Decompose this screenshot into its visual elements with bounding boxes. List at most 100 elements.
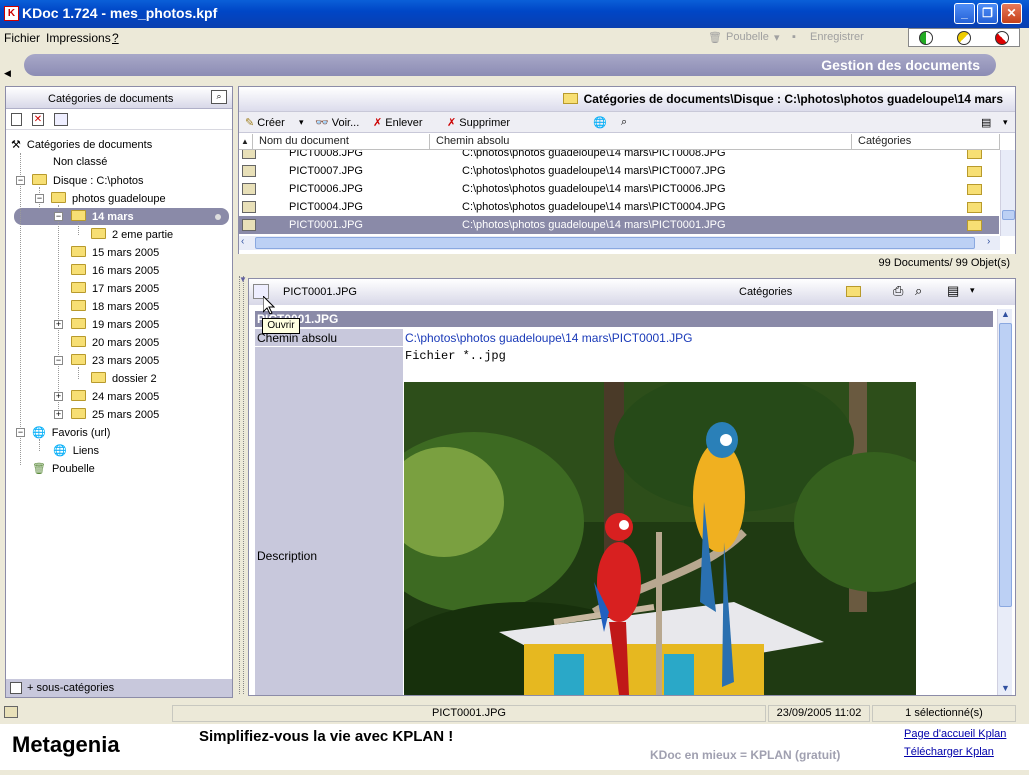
print-preview-icon[interactable]: ⌕ (915, 283, 922, 299)
create-button[interactable]: ✎ Créer (245, 116, 285, 129)
kplan-download-link[interactable]: Télécharger Kplan (904, 746, 994, 758)
expand-icon[interactable]: + (54, 320, 63, 329)
categories-panel: Catégories de documents ⌕ ✕ ⚒ Catégories … (5, 86, 233, 698)
close-button[interactable]: ✕ (1001, 3, 1022, 24)
subcategories-checkbox[interactable] (10, 682, 22, 694)
collapse-icon[interactable]: − (16, 176, 25, 185)
tree-item-23-mars[interactable]: 23 mars 2005 (71, 354, 159, 367)
scroll-left-icon[interactable]: ‹ (241, 236, 244, 247)
tree-item-14-mars[interactable]: 14 mars (71, 210, 134, 223)
tree-item-2-eme-partie[interactable]: 2 eme partie (91, 228, 173, 241)
detail-filename: PICT0001.JPG (283, 286, 357, 298)
footer: Metagenia Simplifiez-vous la vie avec KP… (0, 724, 1029, 770)
collapse-icon[interactable]: − (16, 428, 25, 437)
popup-icon[interactable]: ⌕ (211, 90, 227, 104)
view-green-icon[interactable] (919, 31, 933, 45)
table-row[interactable]: PICT0006.JPG C:\photos\photos guadeloupe\… (239, 180, 999, 198)
export-icon[interactable]: ▤ (981, 116, 991, 129)
column-categories[interactable]: Catégories (852, 134, 1000, 150)
tree-item-25-mars[interactable]: 25 mars 2005 (71, 408, 159, 421)
save-button[interactable]: Enregistrer (810, 31, 864, 43)
properties-icon[interactable] (54, 113, 68, 126)
minimize-button[interactable]: _ (954, 3, 975, 24)
brand-logo: Metagenia (12, 732, 120, 757)
trash-button[interactable]: Poubelle (726, 31, 769, 43)
scroll-down-icon[interactable]: ▼ (1001, 683, 1010, 693)
tree-item-favoris[interactable]: 🌐 Favoris (url) (32, 426, 110, 439)
tree-root[interactable]: ⚒ Catégories de documents (11, 138, 152, 151)
tree-item-non-classe[interactable]: Non classé (53, 156, 107, 168)
scrollbar-thumb[interactable] (1002, 210, 1015, 220)
chevron-down-icon[interactable]: ▾ (774, 31, 780, 44)
binoculars-icon[interactable]: ⌕ (621, 116, 627, 129)
create-dropdown-icon[interactable]: ▾ (299, 117, 304, 128)
export-dropdown-icon[interactable]: ▾ (1003, 117, 1008, 128)
delete-button[interactable]: ✗ Supprimer (447, 116, 510, 129)
tree-item-15-mars[interactable]: 15 mars 2005 (71, 246, 159, 259)
sort-indicator-icon[interactable]: ▲ (239, 134, 253, 150)
tree-item-18-mars[interactable]: 18 mars 2005 (71, 300, 159, 313)
detail-title: PICT0001.JPG (255, 311, 993, 327)
tree-item-17-mars[interactable]: 17 mars 2005 (71, 282, 159, 295)
description-text: Fichier *..jpg (405, 349, 506, 363)
folder-icon (71, 318, 86, 329)
folder-icon (71, 336, 86, 347)
splitter-arrow-icon[interactable]: ▼ (239, 275, 247, 284)
row-path: C:\photos\photos guadeloupe\14 mars\PICT… (462, 219, 726, 231)
export-dropdown-icon[interactable]: ▾ (970, 285, 975, 296)
scrollbar-thumb[interactable] (999, 323, 1012, 607)
documents-count: 99 Documents/ 99 Objet(s) (878, 257, 1010, 269)
list-horizontal-scrollbar[interactable]: ‹ › (239, 236, 1000, 250)
tree-item-dossier-2[interactable]: dossier 2 (91, 372, 157, 385)
kplan-homepage-link[interactable]: Page d'accueil Kplan (904, 728, 1006, 740)
collapse-left-icon[interactable]: ◀ (4, 68, 11, 79)
tree-item-20-mars[interactable]: 20 mars 2005 (71, 336, 159, 349)
tree-item-24-mars[interactable]: 24 mars 2005 (71, 390, 159, 403)
tree-item-16-mars[interactable]: 16 mars 2005 (71, 264, 159, 277)
scrollbar-thumb[interactable] (255, 237, 975, 249)
delete-category-icon[interactable]: ✕ (32, 113, 44, 126)
menu-fichier[interactable]: Fichier (4, 31, 40, 45)
delete-label: Supprimer (459, 117, 511, 129)
new-category-icon[interactable] (11, 113, 22, 126)
open-tooltip: Ouvrir (262, 318, 300, 334)
window-title: KDoc 1.724 - mes_photos.kpf (22, 5, 218, 21)
selection-dot-icon (215, 214, 221, 220)
table-row[interactable]: PICT0008.JPG C:\photos\photos guadeloupe\… (239, 150, 999, 162)
table-row[interactable]: PICT0004.JPG C:\photos\photos guadeloupe\… (239, 198, 999, 216)
column-name[interactable]: Nom du document (253, 134, 430, 150)
table-row[interactable]: PICT0007.JPG C:\photos\photos guadeloupe\… (239, 162, 999, 180)
column-path[interactable]: Chemin absolu (430, 134, 852, 150)
web-icon[interactable]: 🌐 (593, 116, 607, 129)
export-icon[interactable]: ▤ (947, 283, 959, 299)
tree-item-disque[interactable]: Disque : C:\photos (32, 174, 144, 187)
remove-button[interactable]: ✗ Enlever (373, 116, 423, 129)
detail-vertical-scrollbar[interactable]: ▲ ▼ (997, 309, 1012, 695)
maximize-button[interactable]: ❐ (977, 3, 998, 24)
menu-help[interactable]: ? (112, 31, 119, 45)
view-red-icon[interactable] (995, 31, 1009, 45)
collapse-icon[interactable]: − (35, 194, 44, 203)
vertical-splitter[interactable] (239, 276, 244, 694)
tree-item-photos-guadeloupe[interactable]: photos guadeloupe (51, 192, 166, 205)
menu-impressions[interactable]: Impressions (46, 31, 111, 45)
create-label: Créer (257, 117, 285, 129)
row-name: PICT0008.JPG (289, 150, 363, 159)
scroll-right-icon[interactable]: › (987, 236, 990, 247)
banner: Gestion des documents (24, 54, 996, 76)
collapse-icon[interactable]: − (54, 212, 63, 221)
view-yellow-icon[interactable] (957, 31, 971, 45)
table-row-selected[interactable]: PICT0001.JPG C:\photos\photos guadeloupe\… (239, 216, 999, 234)
print-icon[interactable]: ⎙ (893, 283, 903, 299)
expand-icon[interactable]: + (54, 410, 63, 419)
collapse-icon[interactable]: − (54, 356, 63, 365)
tree-item-19-mars[interactable]: 19 mars 2005 (71, 318, 159, 331)
expand-icon[interactable]: + (54, 392, 63, 401)
tree-item-poubelle[interactable]: 🗑 Poubelle (32, 462, 95, 475)
view-button[interactable]: 👓 Voir... (315, 116, 359, 129)
path-value[interactable]: C:\photos\photos guadeloupe\14 mars\PICT… (405, 331, 693, 345)
list-vertical-scrollbar[interactable] (1000, 150, 1015, 236)
folder-icon[interactable] (846, 286, 861, 297)
scroll-up-icon[interactable]: ▲ (1001, 309, 1010, 319)
tree-item-liens[interactable]: 🌐 Liens (53, 444, 99, 457)
